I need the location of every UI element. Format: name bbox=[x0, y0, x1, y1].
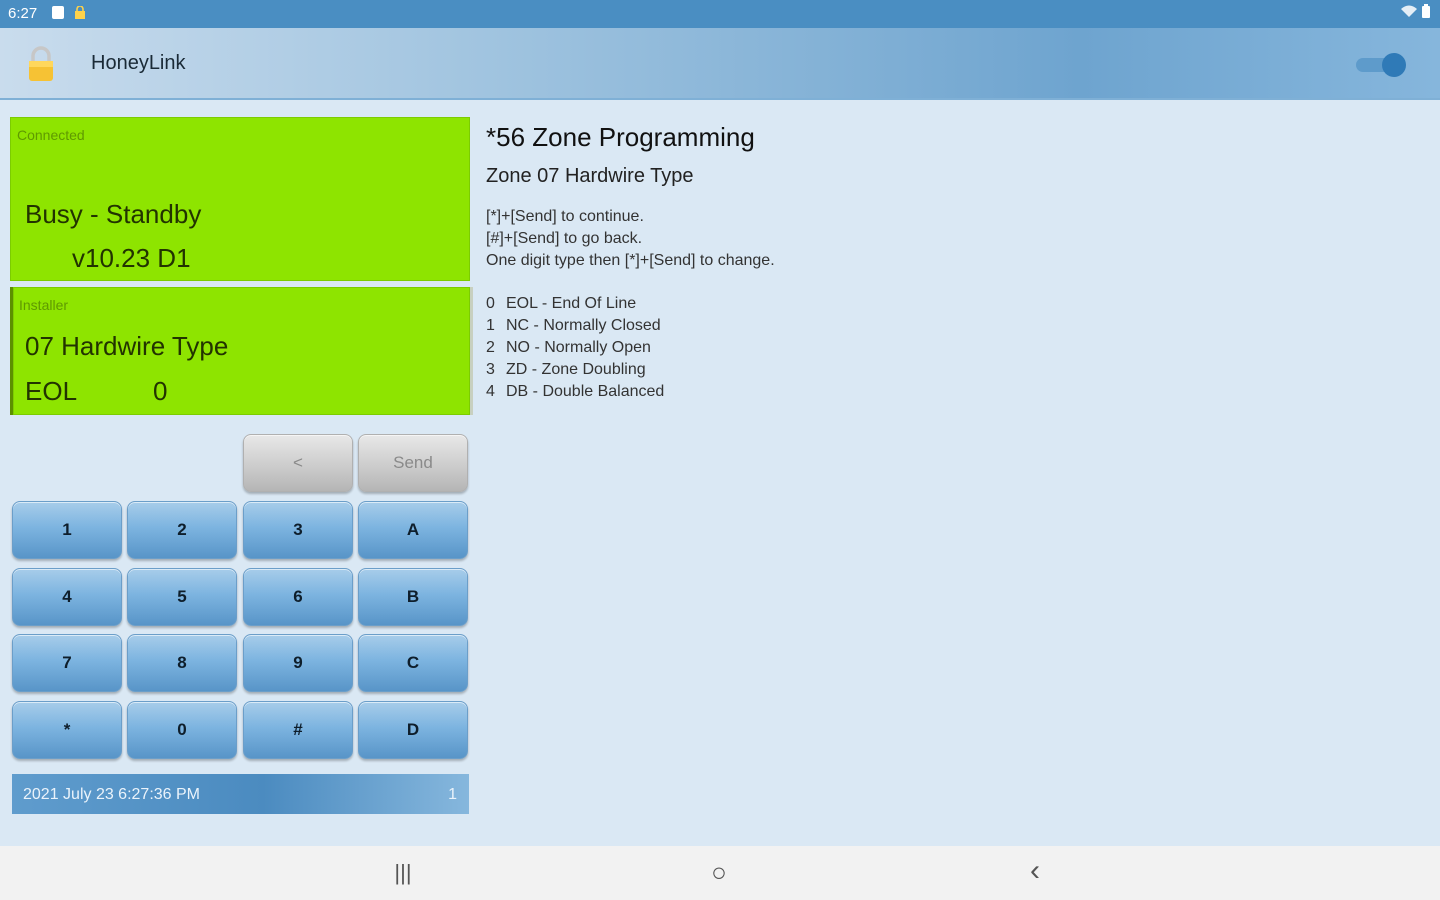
key-7[interactable]: 7 bbox=[12, 634, 122, 692]
option-text: DB - Double Balanced bbox=[506, 383, 665, 400]
status-time: 6:27 bbox=[8, 5, 38, 22]
option-item: 4 DB - Double Balanced bbox=[486, 383, 664, 401]
app-bar: HoneyLink bbox=[0, 28, 1440, 100]
keypad-display: Installer 07 Hardwire Type EOL 0 bbox=[10, 287, 473, 415]
image-icon bbox=[52, 6, 64, 19]
status-bar: 6:27 bbox=[0, 0, 1440, 28]
key-b[interactable]: B bbox=[358, 568, 468, 626]
option-item: 1 NC - Normally Closed bbox=[486, 317, 661, 335]
key-4[interactable]: 4 bbox=[12, 568, 122, 626]
key-6[interactable]: 6 bbox=[243, 568, 353, 626]
info-title: *56 Zone Programming bbox=[486, 122, 755, 152]
connection-label: Connected bbox=[17, 127, 85, 143]
recents-button[interactable]: ||| bbox=[388, 860, 418, 886]
app-title: HoneyLink bbox=[91, 52, 186, 74]
key-star[interactable]: * bbox=[12, 701, 122, 759]
info-subtitle: Zone 07 Hardwire Type bbox=[486, 165, 694, 187]
option-number: 0 bbox=[486, 295, 495, 312]
key-1[interactable]: 1 bbox=[12, 501, 122, 559]
connection-panel: Connected Busy - Standby v10.23 D1 bbox=[10, 117, 470, 281]
key-a[interactable]: A bbox=[358, 501, 468, 559]
key-5[interactable]: 5 bbox=[127, 568, 237, 626]
instruction-line: [#]+[Send] to go back. bbox=[486, 230, 643, 247]
option-item: 2 NO - Normally Open bbox=[486, 339, 651, 357]
option-number: 2 bbox=[486, 339, 495, 356]
backspace-button[interactable]: < bbox=[243, 434, 353, 492]
padlock-icon bbox=[29, 46, 53, 81]
key-c[interactable]: C bbox=[358, 634, 468, 692]
lock-icon bbox=[75, 6, 85, 19]
option-number: 4 bbox=[486, 383, 495, 400]
option-text: EOL - End Of Line bbox=[506, 295, 637, 312]
toggle-knob bbox=[1382, 53, 1406, 77]
send-button[interactable]: Send bbox=[358, 434, 468, 492]
display-eol-value: 0 bbox=[153, 376, 168, 406]
display-line-1: 07 Hardwire Type bbox=[25, 331, 229, 361]
option-number: 3 bbox=[486, 361, 495, 378]
firmware-version: v10.23 D1 bbox=[72, 243, 191, 273]
connection-toggle[interactable] bbox=[1352, 52, 1408, 78]
key-hash[interactable]: # bbox=[243, 701, 353, 759]
instruction-line: One digit type then [*]+[Send] to change… bbox=[486, 252, 775, 269]
footer-datetime: 2021 July 23 6:27:36 PM bbox=[23, 786, 201, 803]
key-9[interactable]: 9 bbox=[243, 634, 353, 692]
footer-count: 1 bbox=[448, 786, 457, 803]
key-2[interactable]: 2 bbox=[127, 501, 237, 559]
key-3[interactable]: 3 bbox=[243, 501, 353, 559]
option-text: NO - Normally Open bbox=[506, 339, 651, 356]
instruction-line: [*]+[Send] to continue. bbox=[486, 208, 644, 225]
key-0[interactable]: 0 bbox=[127, 701, 237, 759]
connection-status: Busy - Standby bbox=[25, 199, 202, 229]
key-d[interactable]: D bbox=[358, 701, 468, 759]
option-item: 3 ZD - Zone Doubling bbox=[486, 361, 646, 379]
status-right bbox=[1400, 4, 1430, 21]
option-text: NC - Normally Closed bbox=[506, 317, 661, 334]
back-button[interactable]: ‹ bbox=[1020, 854, 1050, 887]
option-number: 1 bbox=[486, 317, 495, 334]
battery-icon bbox=[1422, 4, 1430, 18]
option-item: 0 EOL - End Of Line bbox=[486, 295, 636, 313]
display-eol-label: EOL bbox=[25, 376, 78, 406]
installer-label: Installer bbox=[19, 297, 69, 313]
status-footer: 2021 July 23 6:27:36 PM 1 bbox=[12, 774, 469, 814]
key-8[interactable]: 8 bbox=[127, 634, 237, 692]
wifi-icon bbox=[1401, 5, 1418, 17]
navigation-bar: ||| ○ ‹ bbox=[0, 846, 1440, 900]
option-text: ZD - Zone Doubling bbox=[506, 361, 646, 378]
home-button[interactable]: ○ bbox=[704, 857, 734, 887]
